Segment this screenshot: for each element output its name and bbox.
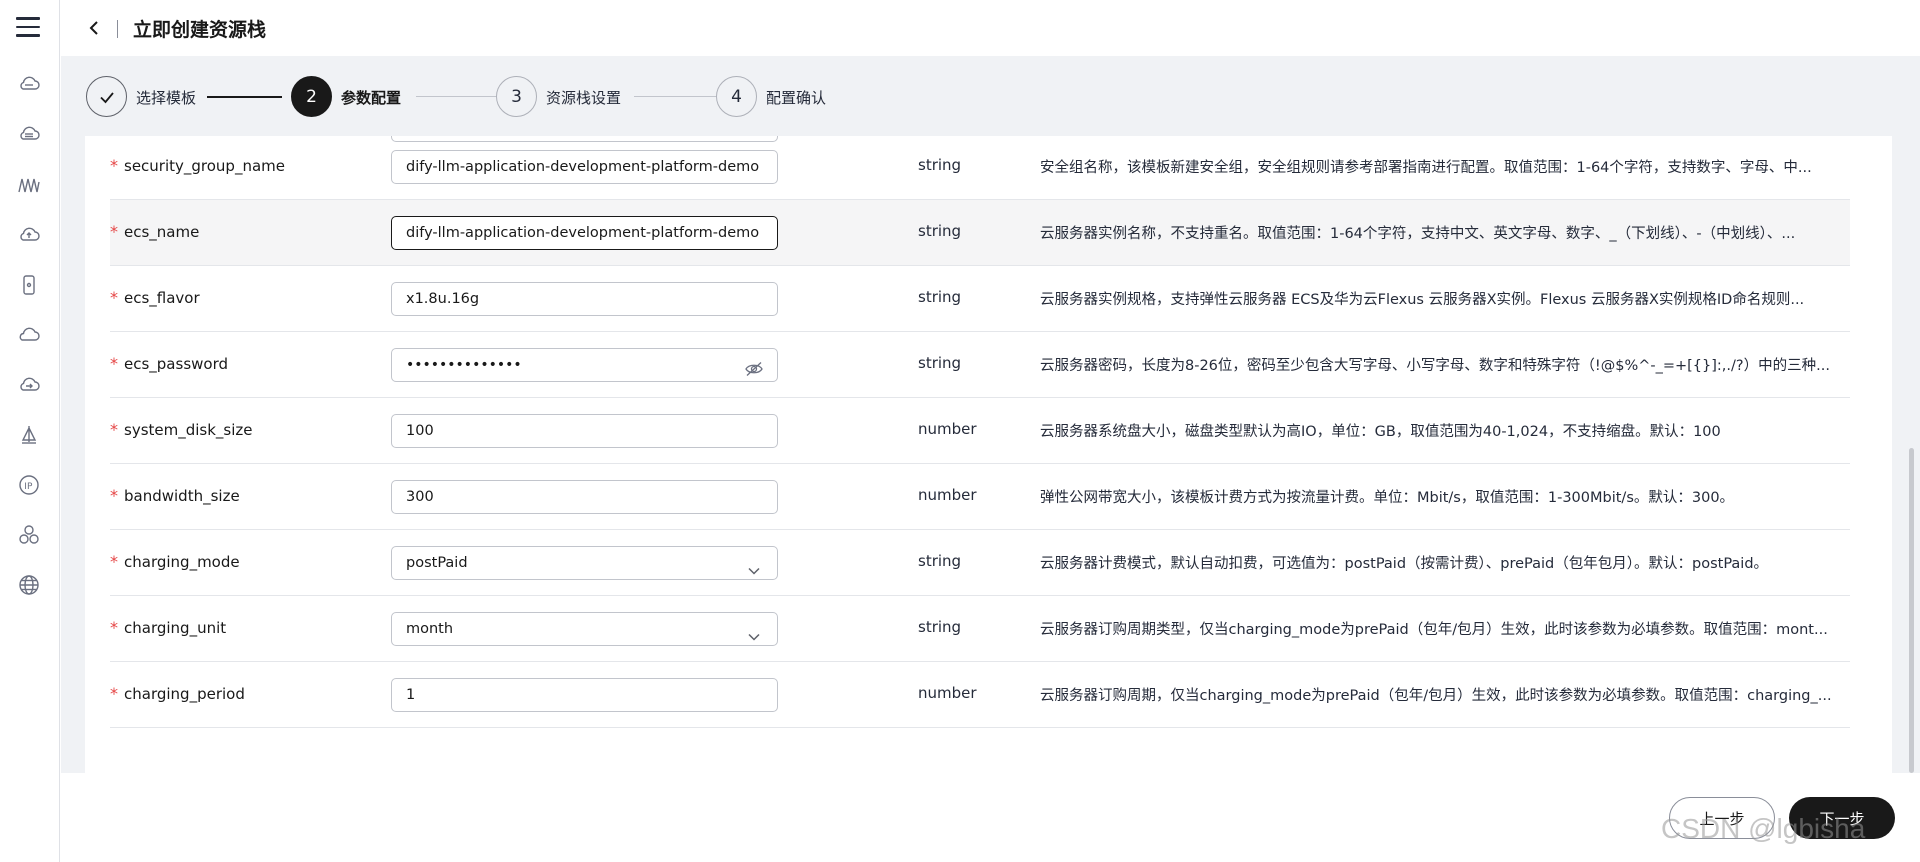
param-value-input[interactable]: dify-llm-application-development-platfor… [391,150,778,184]
param-row: * ecs_name dify-llm-application-developme… [110,200,1850,266]
param-value-input[interactable]: 1 [391,678,778,712]
param-description: 安全组名称，该模板新建安全组，安全组规则请参考部署指南进行配置。取值范围：1-6… [1040,160,1812,176]
watermark: CSDN @lgbisha [1661,813,1866,844]
param-value-input[interactable]: x1.8u.16g [391,282,778,316]
param-description: 弹性公网带宽大小，该模板计费方式为按流量计费。单位：Mbit/s，取值范围：1-… [1040,490,1735,506]
required-mark: * [110,222,118,241]
left-icon-rail: IP [0,0,60,862]
param-row: * charging_unit month string 云服务器订购周期类型，仅… [110,596,1850,662]
param-description: 云服务器实例规格，支持弹性云服务器 ECS及华为云Flexus 云服务器X实例。… [1040,292,1805,308]
cloud-upload-icon[interactable] [16,222,42,248]
param-name: charging_period [124,685,245,703]
param-value-input[interactable]: 300 [391,480,778,514]
required-mark: * [110,552,118,571]
param-row: * charging_period 1 number 云服务器订购周期，仅当cha… [110,662,1850,728]
param-name: system_disk_size [124,421,253,439]
param-description: 云服务器实例名称，不支持重名。取值范围：1-64个字符，支持中文、英文字母、数字… [1040,226,1796,242]
param-description: 云服务器订购周期类型，仅当charging_mode为prePaid（包年/包月… [1040,622,1828,638]
required-mark: * [110,684,118,703]
param-type: string [918,288,962,306]
charging-mode-select[interactable]: postPaid [391,546,778,580]
param-name: security_group_name [124,157,285,175]
param-type: number [918,420,977,438]
step-label: 资源栈设置 [546,89,622,107]
required-mark: * [110,156,118,175]
param-row: * bandwidth_size 300 number 弹性公网带宽大小，该模板计… [110,464,1850,530]
svg-text:IP: IP [24,482,33,492]
param-type: number [918,684,977,702]
hamburger-menu-icon[interactable] [16,17,40,37]
step-connector [416,96,496,97]
globe-icon[interactable] [16,572,42,598]
header-divider [117,20,118,38]
param-type: string [918,618,962,636]
required-mark: * [110,288,118,307]
required-mark: * [110,354,118,373]
param-type: string [918,156,962,174]
select-value: month [406,621,454,637]
cloud-sync-icon[interactable] [16,372,42,398]
param-description: 云服务器密码，长度为8-26位，密码至少包含大写字母、小写字母、数字和特殊字符（… [1040,358,1830,374]
param-type: number [918,486,977,504]
charging-unit-select[interactable]: month [391,612,778,646]
step-number: 4 [716,76,757,117]
required-mark: * [110,420,118,439]
monitor-wave-icon[interactable] [16,172,42,198]
cloud-icon[interactable] [16,322,42,348]
step-label: 配置确认 [766,89,827,107]
footer-bar: 上一步 下一步 CSDN @lgbisha [61,773,1920,862]
param-type: string [918,222,962,240]
select-value: postPaid [406,555,468,571]
mobile-device-icon[interactable] [16,272,42,298]
chevron-down-icon [747,557,761,575]
wizard-steps: 选择模板 2 参数配置 3 资源栈设置 4 配置确认 [86,76,1086,118]
param-value-input[interactable]: dify-llm-application-development-platfor… [391,216,778,250]
content-area: 选择模板 2 参数配置 3 资源栈设置 4 配置确认 * security_gro… [61,56,1920,773]
vertical-scrollbar[interactable] [1909,448,1914,773]
param-type: string [918,354,962,372]
param-value-input[interactable]: 100 [391,414,778,448]
step-number: 2 [291,76,332,117]
param-description: 云服务器订购周期，仅当charging_mode为prePaid（包年/包月）生… [1040,688,1832,704]
param-name: bandwidth_size [124,487,240,505]
page-title: 立即创建资源栈 [133,19,267,41]
cluster-icon[interactable] [16,522,42,548]
eye-hidden-icon[interactable] [745,357,763,376]
param-row: * ecs_flavor x1.8u.16g string 云服务器实例规格，支持… [110,266,1850,332]
deploy-sail-icon[interactable] [16,422,42,448]
required-mark: * [110,618,118,637]
param-type: string [918,552,962,570]
page-header: 立即创建资源栈 [61,0,1920,56]
param-row: * security_group_name dify-llm-applicatio… [110,136,1850,200]
step-connector [207,96,282,98]
step-done-check-icon [86,76,127,117]
param-name: ecs_password [124,355,229,373]
param-row: * ecs_password •••••••••••••• string 云服务器… [110,332,1850,398]
step-number: 3 [496,76,537,117]
step-label: 选择模板 [136,89,197,107]
back-arrow-icon[interactable] [83,16,107,40]
chevron-down-icon [747,623,761,641]
step-connector [634,96,716,97]
param-description: 云服务器系统盘大小，磁盘类型默认为高IO，单位：GB，取值范围为40-1,024… [1040,424,1721,440]
param-name: ecs_flavor [124,289,200,307]
cloud-disk-icon[interactable] [16,122,42,148]
parameter-table: * security_group_name dify-llm-applicatio… [85,136,1892,773]
cloud-server-icon[interactable] [16,72,42,98]
param-row: * system_disk_size 100 number 云服务器系统盘大小，磁… [110,398,1850,464]
password-masked-value: •••••••••••••• [406,357,522,373]
param-description: 云服务器计费模式，默认自动扣费，可选值为：postPaid（按需计费）、preP… [1040,556,1769,572]
param-name: ecs_name [124,223,200,241]
step-label: 参数配置 [341,89,402,107]
ip-icon[interactable]: IP [16,472,42,498]
param-name: charging_unit [124,619,227,637]
param-name: charging_mode [124,553,240,571]
param-row: * charging_mode postPaid string 云服务器计费模式，… [110,530,1850,596]
password-input[interactable]: •••••••••••••• [391,348,778,382]
required-mark: * [110,486,118,505]
